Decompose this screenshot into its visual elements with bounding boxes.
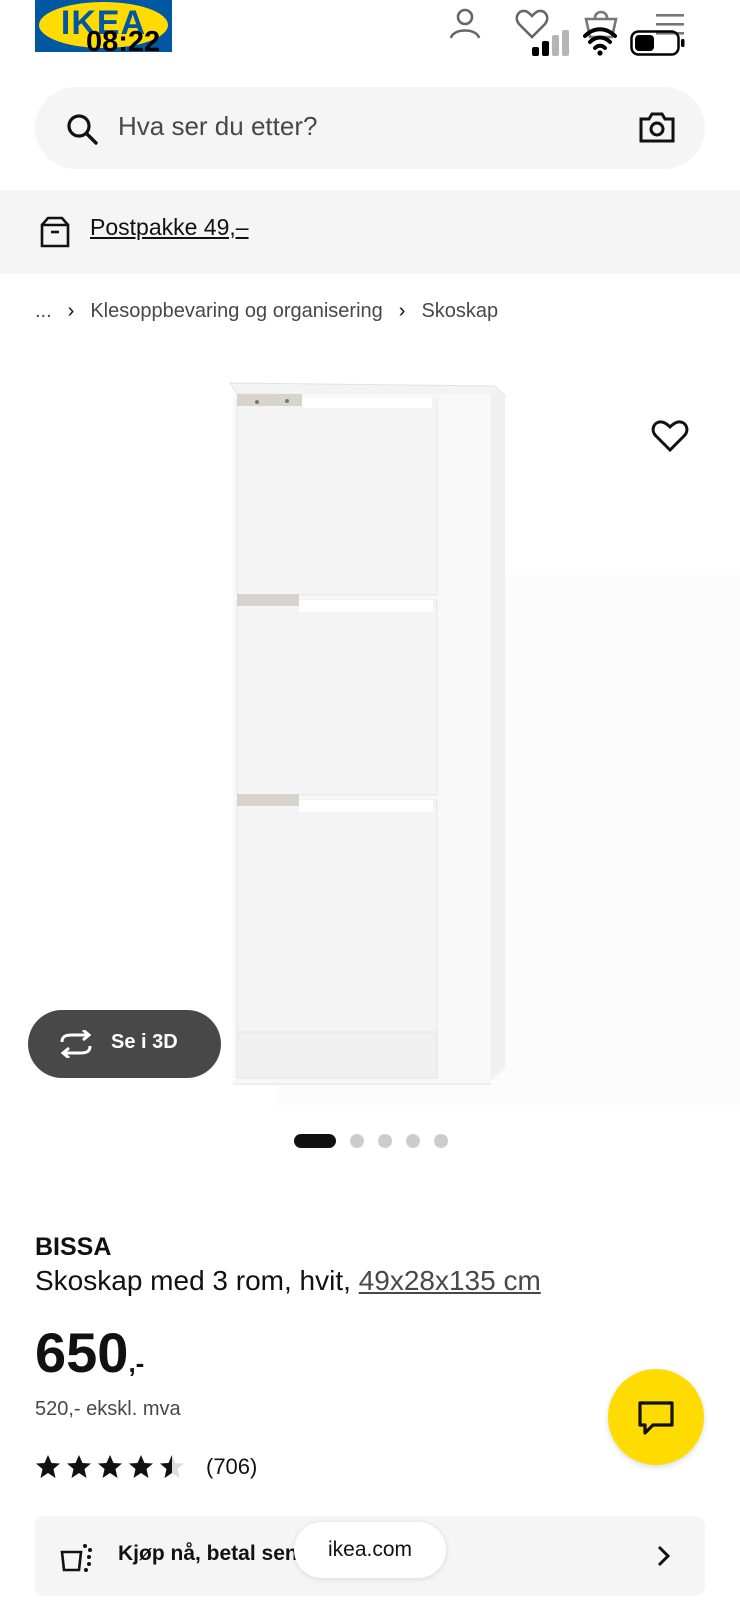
pagination-dot-active[interactable]	[294, 1134, 336, 1148]
wifi-icon	[583, 27, 617, 56]
view-3d-label: Se i 3D	[111, 1031, 178, 1053]
user-icon[interactable]	[447, 6, 483, 42]
rating[interactable]: (706)	[35, 1452, 257, 1482]
star-icon	[36, 1455, 60, 1478]
shipping-link[interactable]: Postpakke 49,–	[90, 214, 249, 241]
chat-icon	[638, 1401, 674, 1435]
breadcrumb-item[interactable]: ...	[35, 300, 52, 323]
save-favourite-icon[interactable]	[650, 418, 690, 454]
image-pagination	[294, 1133, 462, 1149]
breadcrumb-item[interactable]: Skoskap	[421, 300, 498, 323]
chevron-right-icon: ›	[398, 299, 406, 322]
battery-icon	[630, 30, 685, 56]
breadcrumb: ... › Klesoppbevaring og organisering › …	[35, 296, 498, 326]
rotate-3d-icon	[60, 1030, 92, 1058]
price-decimal: ,-	[128, 1348, 145, 1378]
shipping-banner[interactable]: Postpakke 49,–	[0, 190, 740, 274]
chevron-right-icon: ›	[67, 299, 75, 322]
pagination-dot[interactable]	[434, 1134, 448, 1148]
breadcrumb-item[interactable]: Klesoppbevaring og organisering	[90, 300, 382, 323]
parcel-icon	[40, 216, 70, 248]
product-image[interactable]	[225, 378, 515, 1093]
pay-later-icon	[60, 1544, 92, 1572]
browser-url-pill[interactable]: ikea.com	[294, 1522, 446, 1578]
top-header: IKEA 08:22	[0, 0, 740, 80]
star-icon	[98, 1455, 122, 1478]
product-price: 650,-	[35, 1320, 144, 1385]
star-icon	[67, 1455, 91, 1478]
product-type: Skoskap med 3 rom, hvit,	[35, 1265, 359, 1296]
product-name: BISSA	[35, 1233, 112, 1261]
pagination-dot[interactable]	[350, 1134, 364, 1148]
star-half-icon	[160, 1455, 184, 1478]
review-count[interactable]: (706)	[206, 1454, 257, 1480]
pagination-dot[interactable]	[378, 1134, 392, 1148]
view-3d-button[interactable]: Se i 3D	[28, 1010, 221, 1078]
product-dimensions-link[interactable]: 49x28x135 cm	[359, 1265, 541, 1296]
search-input[interactable]: Hva ser du etter?	[118, 111, 317, 142]
search-bar[interactable]: Hva ser du etter?	[35, 87, 705, 169]
product-description: Skoskap med 3 rom, hvit, 49x28x135 cm	[35, 1265, 541, 1297]
price-ex-vat: 520,- ekskl. mva	[35, 1398, 181, 1420]
chat-button[interactable]	[608, 1369, 704, 1465]
cellular-signal-icon	[532, 30, 569, 56]
pagination-dot[interactable]	[406, 1134, 420, 1148]
status-time: 08:22	[86, 26, 161, 58]
star-icon	[129, 1455, 153, 1478]
price-integer: 650	[35, 1321, 129, 1384]
chevron-right-icon	[657, 1545, 671, 1567]
search-icon	[67, 114, 98, 145]
camera-search-icon[interactable]	[637, 109, 677, 145]
